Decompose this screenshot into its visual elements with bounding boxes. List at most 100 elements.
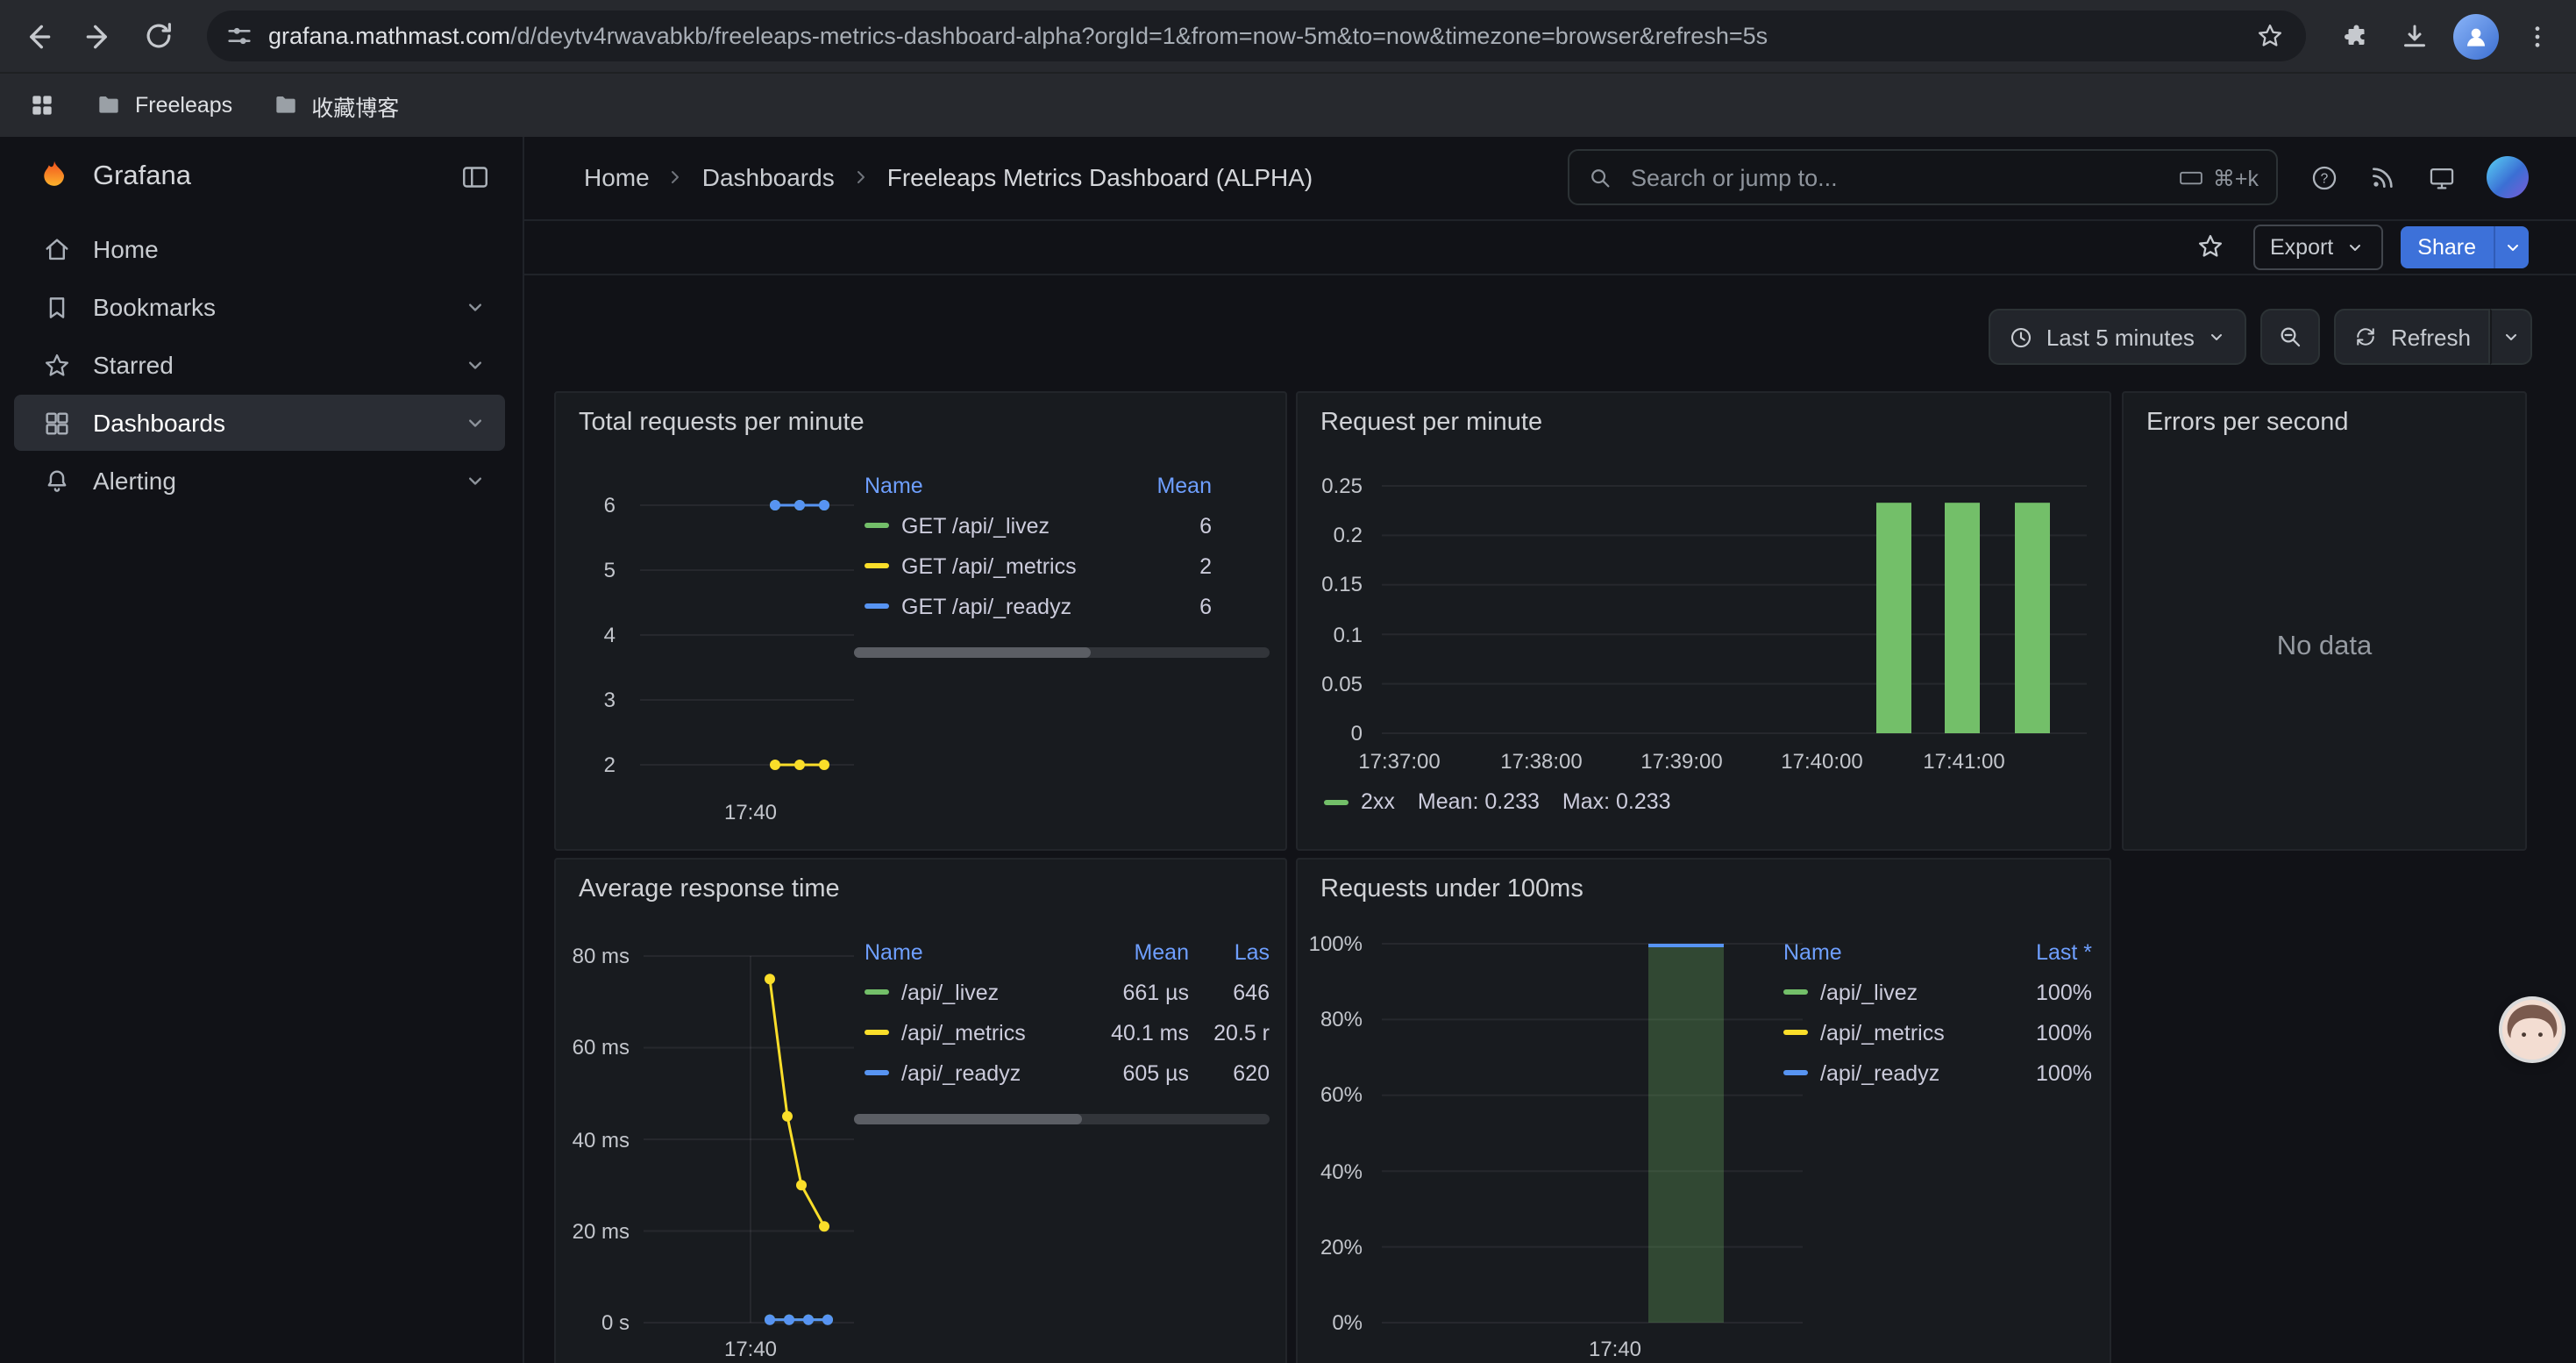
bookmark-label: 收藏博客 — [311, 89, 399, 122]
series-last: 100% — [2004, 980, 2092, 1004]
bookmark-star-icon[interactable] — [2246, 13, 2292, 59]
panel-title[interactable]: Request per minute — [1298, 393, 2110, 453]
monitor-icon[interactable] — [2427, 162, 2457, 192]
series-name[interactable]: /api/_readyz — [901, 1060, 1021, 1085]
y-axis: 0.250.20.150.10.050 — [1298, 393, 1373, 849]
search-box[interactable]: ⌘+k — [1568, 149, 2278, 205]
series-name[interactable]: GET /api/_livez — [901, 513, 1050, 538]
sidebar-item-starred[interactable]: Starred — [14, 337, 505, 393]
panel-errors-per-second: Errors per second No data — [2122, 391, 2527, 851]
site-settings-icon[interactable] — [224, 21, 254, 51]
panel-title[interactable]: Total requests per minute — [556, 393, 1285, 453]
user-avatar[interactable] — [2487, 156, 2529, 198]
favorite-star-icon[interactable] — [2195, 232, 2224, 261]
forward-button[interactable] — [70, 8, 126, 64]
series-name[interactable]: GET /api/_readyz — [901, 594, 1071, 618]
sidebar-item-bookmarks[interactable]: Bookmarks — [14, 279, 505, 335]
series-name[interactable]: /api/_metrics — [901, 1020, 1026, 1045]
y-tick-label: 4 — [604, 623, 616, 647]
url-text: grafana.mathmast.com/d/deytv4rwavabkb/fr… — [268, 23, 2232, 49]
bookmark-item[interactable]: Freeleaps — [84, 84, 243, 126]
grafana-logo[interactable] — [35, 158, 74, 196]
legend-row: /api/_metrics 100% — [1783, 1012, 2092, 1053]
y-tick-label: 0.05 — [1321, 672, 1363, 696]
series-mean: 40.1 ms — [1087, 1020, 1189, 1045]
bookmark-item[interactable]: 收藏博客 — [260, 82, 409, 129]
bookmark-label: Freeleaps — [135, 93, 232, 118]
legend-header-mean[interactable]: Mean — [1142, 474, 1212, 498]
series-name[interactable]: /api/_readyz — [1820, 1060, 1939, 1085]
legend-table: Name Mean GET /api/_livez 6 GET /api/_me… — [865, 467, 1270, 626]
legend-header-name[interactable]: Name — [865, 940, 923, 965]
extensions-icon[interactable] — [2327, 8, 2383, 64]
series-name[interactable]: /api/_livez — [1820, 980, 1918, 1004]
x-tick-label: 17:38:00 — [1500, 749, 1582, 774]
downloads-icon[interactable] — [2387, 8, 2443, 64]
series-name[interactable]: /api/_livez — [901, 980, 999, 1004]
zoom-out-button[interactable] — [2261, 309, 2321, 365]
series-mean-stat: Mean: 0.233 — [1418, 789, 1540, 814]
breadcrumb: Home Dashboards Freeleaps Metrics Dashbo… — [584, 163, 1568, 191]
refresh-button[interactable]: Refresh — [2335, 309, 2490, 365]
x-tick-label: 17:40 — [1589, 1337, 1641, 1361]
refresh-interval-caret[interactable] — [2490, 309, 2532, 365]
refresh-icon — [2354, 325, 2379, 349]
panel-title[interactable]: Errors per second — [2124, 393, 2525, 453]
apps-grid-icon[interactable] — [18, 81, 67, 130]
svg-text:?: ? — [2321, 171, 2329, 186]
time-range-picker[interactable]: Last 5 minutes — [1989, 309, 2247, 365]
sidebar-item-home[interactable]: Home — [14, 221, 505, 277]
export-button[interactable]: Export — [2252, 224, 2382, 269]
y-tick-label: 80 ms — [573, 944, 630, 968]
series-name[interactable]: /api/_metrics — [1820, 1020, 1945, 1045]
app-header: Home Dashboards Freeleaps Metrics Dashbo… — [523, 135, 2576, 221]
legend-header-last[interactable]: Las — [1192, 940, 1270, 965]
legend-header-last[interactable]: Last * — [2004, 940, 2092, 965]
series-name[interactable]: GET /api/_metrics — [901, 553, 1077, 578]
sidebar-item-alerting[interactable]: Alerting — [14, 453, 505, 509]
panel-title[interactable]: Average response time — [556, 860, 1285, 919]
x-tick-label: 17:41:00 — [1923, 749, 2004, 774]
collapse-sidebar-icon[interactable] — [459, 161, 491, 193]
chevron-down-icon[interactable] — [463, 468, 487, 493]
share-button[interactable]: Share — [2400, 225, 2494, 268]
legend-header-name[interactable]: Name — [865, 474, 923, 498]
share-menu-caret[interactable] — [2494, 225, 2529, 268]
series-last: 646 — [1192, 980, 1270, 1004]
legend-scrollbar[interactable] — [854, 1114, 1270, 1124]
breadcrumb-dashboards[interactable]: Dashboards — [702, 163, 835, 191]
star-icon — [42, 350, 72, 380]
x-tick-label: 17:40:00 — [1781, 749, 1862, 774]
legend-scrollbar[interactable] — [854, 647, 1270, 658]
x-tick-label: 17:40 — [724, 1337, 777, 1361]
legend-row: /api/_metrics 40.1 ms 20.5 r — [865, 1012, 1270, 1053]
help-icon[interactable]: ? — [2309, 162, 2339, 192]
legend-header-name[interactable]: Name — [1783, 940, 1842, 965]
browser-menu-icon[interactable] — [2509, 8, 2565, 64]
series-name[interactable]: 2xx — [1361, 789, 1395, 814]
y-tick-label: 5 — [604, 558, 616, 582]
y-tick-label: 0 s — [601, 1310, 630, 1335]
chart-legend: 2xx Mean: 0.233 Max: 0.233 — [1324, 789, 1671, 814]
chevron-down-icon[interactable] — [463, 353, 487, 377]
news-rss-icon[interactable] — [2369, 163, 2397, 191]
scrollbar-thumb[interactable] — [854, 1114, 1083, 1124]
chevron-down-icon[interactable] — [463, 295, 487, 319]
assistant-avatar-button[interactable] — [2502, 1000, 2562, 1060]
chevron-down-icon[interactable] — [463, 410, 487, 435]
search-input[interactable] — [1627, 162, 2164, 192]
y-tick-label: 0.1 — [1334, 622, 1363, 646]
y-tick-label: 80% — [1320, 1007, 1363, 1031]
series-mean: 6 — [1142, 594, 1212, 618]
legend-header-mean[interactable]: Mean — [1087, 940, 1189, 965]
sidebar-item-dashboards[interactable]: Dashboards — [14, 395, 505, 451]
scrollbar-thumb[interactable] — [854, 647, 1091, 658]
breadcrumb-current: Freeleaps Metrics Dashboard (ALPHA) — [887, 163, 1313, 191]
reload-button[interactable] — [130, 8, 186, 64]
back-button[interactable] — [11, 8, 67, 64]
panel-title[interactable]: Requests under 100ms — [1298, 860, 2110, 919]
breadcrumb-home[interactable]: Home — [584, 163, 650, 191]
browser-profile-avatar[interactable] — [2453, 13, 2499, 59]
address-bar[interactable]: grafana.mathmast.com/d/deytv4rwavabkb/fr… — [207, 11, 2306, 61]
y-tick-label: 0.15 — [1321, 573, 1363, 597]
